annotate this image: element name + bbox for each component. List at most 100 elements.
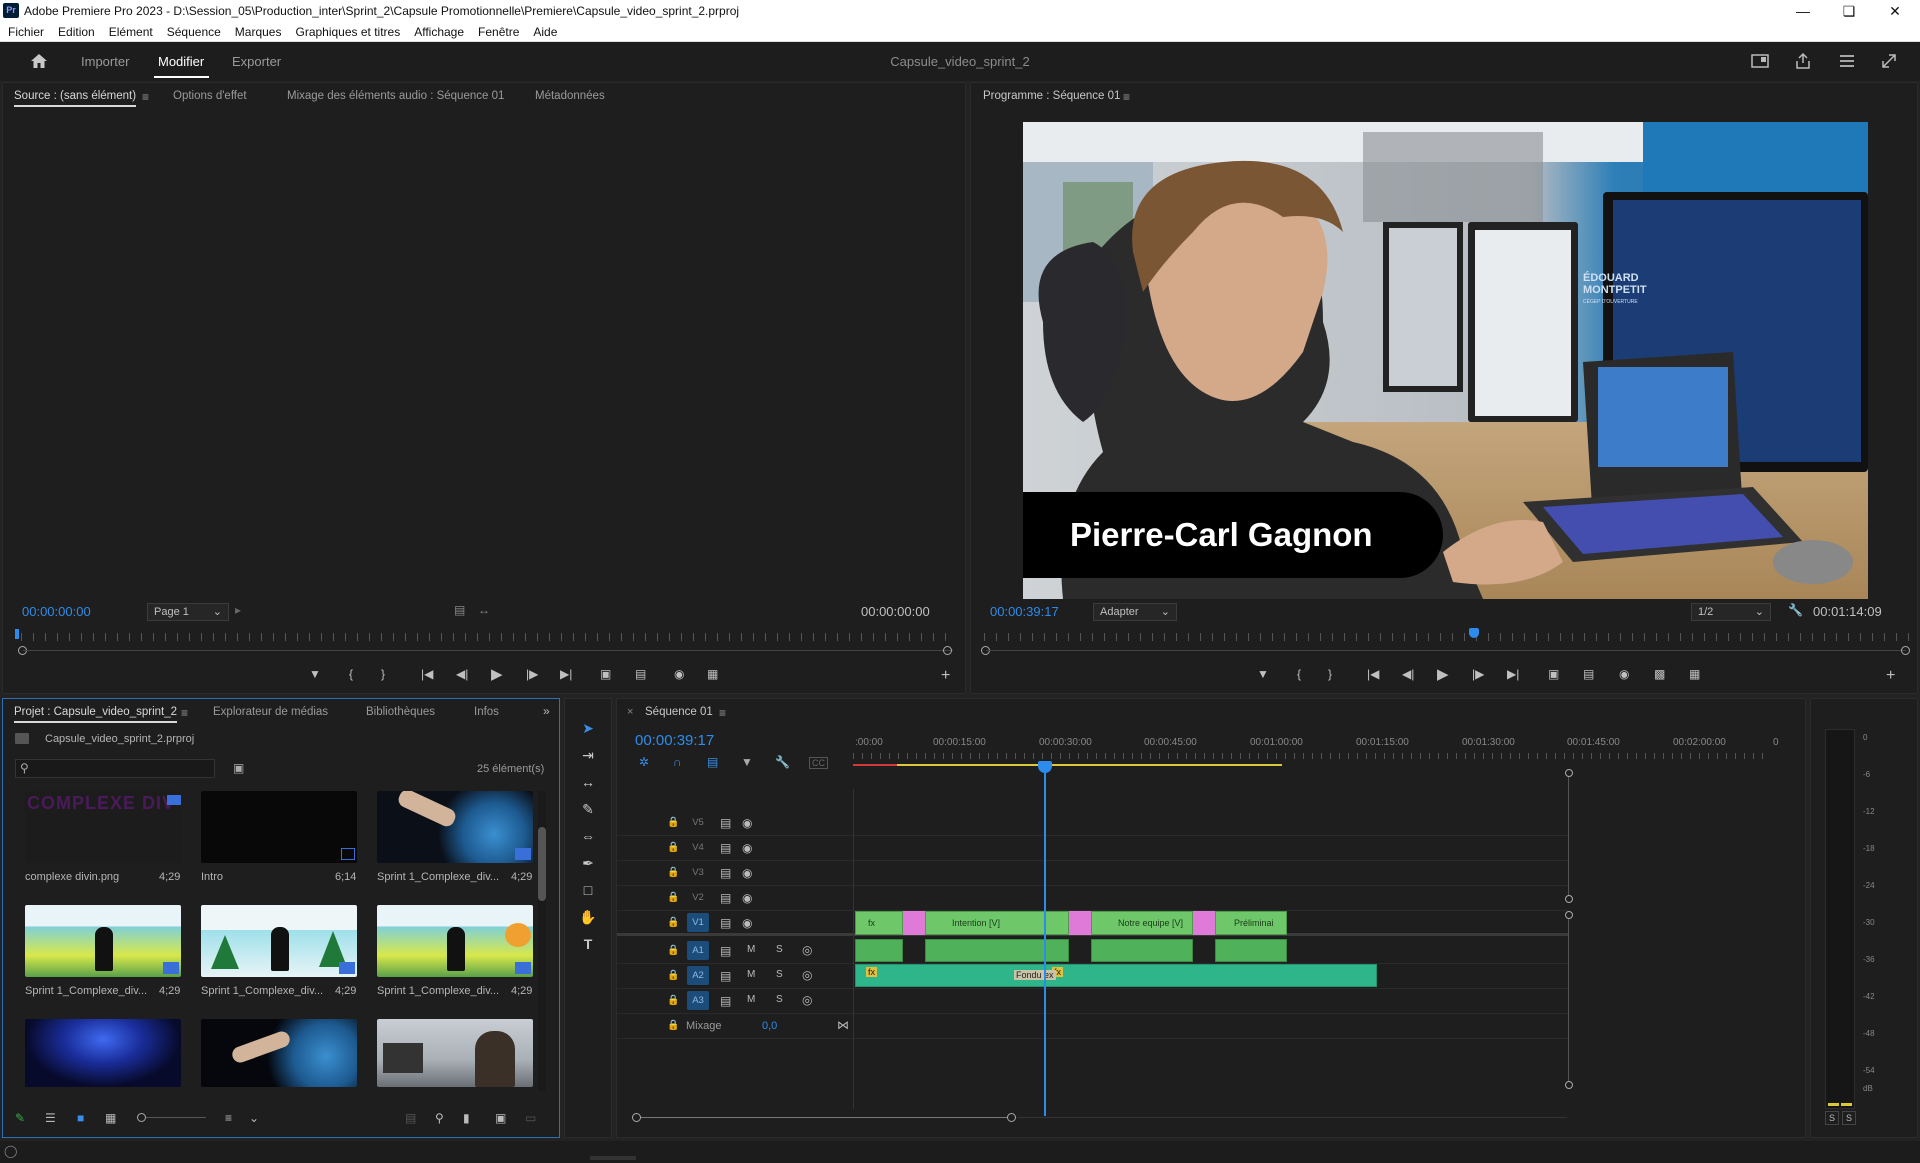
resolution-select[interactable]: 1/2 ⌄ [1691, 603, 1771, 621]
transition[interactable] [1193, 911, 1215, 935]
sync-lock-icon[interactable]: ▤ [720, 891, 731, 905]
zoom-bar[interactable] [23, 650, 953, 651]
add-button-icon[interactable]: + [1886, 667, 1895, 685]
hscroll-right[interactable] [1007, 1113, 1016, 1122]
eye-icon[interactable]: ◉ [742, 866, 752, 880]
captions-icon[interactable]: CC [809, 757, 828, 769]
clip-intention[interactable]: Intention [V] [925, 911, 1069, 935]
track-select-tool-icon[interactable]: ⇥ [576, 744, 600, 766]
slip-tool-icon[interactable]: ⇔ [576, 825, 600, 847]
thumb-sprint1-scene1[interactable] [25, 905, 181, 977]
thumb-intro[interactable] [201, 791, 357, 863]
close-icon[interactable]: ✕ [1872, 0, 1918, 22]
panel-menu-icon[interactable]: ≡ [181, 706, 188, 720]
selection-tool-icon[interactable]: ➤ [576, 717, 600, 739]
nav-modifier[interactable]: Modifier [158, 54, 204, 69]
track-label-v2[interactable]: V2 [687, 888, 709, 907]
drag-icon[interactable]: ↔ [478, 603, 490, 617]
menu-sequence[interactable]: Séquence [160, 22, 228, 42]
step-back-icon[interactable]: ◀| [1402, 667, 1414, 681]
zoom-bar[interactable] [986, 650, 1906, 651]
workspaces-icon[interactable] [1838, 53, 1856, 69]
menu-marques[interactable]: Marques [228, 22, 289, 42]
vscroll-mid2[interactable] [1565, 911, 1573, 919]
marker-icon[interactable]: ▼ [1257, 667, 1269, 681]
snap-icon[interactable]: ∩ [673, 755, 682, 769]
solo-button[interactable]: S [776, 944, 783, 955]
panel-menu-icon[interactable]: ≡ [1123, 90, 1130, 104]
solo-right-button[interactable]: S [1842, 1111, 1856, 1125]
thumb-sprint1-scene3[interactable] [377, 905, 533, 977]
lock-icon[interactable]: 🔒 [667, 1020, 679, 1031]
new-bin-icon[interactable]: ▣ [233, 761, 244, 775]
search-input[interactable]: ⚲ [15, 759, 215, 778]
menu-element[interactable]: Elément [102, 22, 160, 42]
item-name[interactable]: Sprint 1_Complexe_div... [25, 985, 147, 997]
item-name[interactable]: Intro [201, 871, 223, 883]
eye-icon[interactable]: ◉ [742, 916, 752, 930]
thumb-sprint1-earth[interactable] [377, 791, 533, 863]
search-field[interactable] [36, 761, 206, 776]
sync-lock-icon[interactable]: ▤ [720, 944, 731, 958]
menu-fenetre[interactable]: Fenêtre [471, 22, 526, 42]
camera-icon[interactable]: ◉ [1619, 667, 1629, 681]
lock-icon[interactable]: 🔒 [667, 995, 679, 1006]
mark-in-icon[interactable]: { [349, 667, 353, 681]
lock-icon[interactable]: 🔒 [667, 892, 679, 903]
chevron-down-icon[interactable]: ⌄ [249, 1111, 259, 1125]
razor-tool-icon[interactable]: ✎ [576, 798, 600, 820]
list-view-icon[interactable]: ☰ [45, 1111, 56, 1125]
vscroll-bar-audio[interactable] [1568, 919, 1569, 1081]
play-icon[interactable]: ▶ [491, 665, 503, 683]
button-editor-icon[interactable]: ▦ [1689, 667, 1700, 681]
mute-button[interactable]: M [747, 969, 755, 980]
freeform-view-icon[interactable]: ▦ [105, 1111, 116, 1125]
add-button-icon[interactable]: + [941, 667, 950, 685]
nest-icon[interactable]: ✲ [639, 755, 649, 769]
go-to-out-icon[interactable]: ▶| [560, 667, 572, 681]
item-name[interactable]: Sprint 1_Complexe_div... [377, 985, 499, 997]
rectangle-tool-icon[interactable]: □ [576, 879, 600, 901]
item-name[interactable]: Sprint 1_Complexe_div... [201, 985, 323, 997]
timeline-settings-icon[interactable]: 🔧 [775, 755, 790, 769]
tab-audio-mixer[interactable]: Mixage des éléments audio : Séquence 01 [287, 90, 504, 102]
track-label-v4[interactable]: V4 [687, 838, 709, 857]
step-forward-icon[interactable]: |▶ [1472, 667, 1484, 681]
tab-metadata[interactable]: Métadonnées [535, 90, 605, 102]
clip-v1-a[interactable]: fx [855, 911, 903, 935]
source-ruler[interactable] [21, 633, 956, 641]
wrench-icon[interactable]: 🔧 [1788, 603, 1803, 617]
menu-fichier[interactable]: Fichier [0, 22, 51, 42]
program-timecode[interactable]: 00:00:39:17 [990, 604, 1059, 619]
track-label-v5[interactable]: V5 [687, 813, 709, 832]
go-to-end-icon[interactable]: ⋈ [837, 1018, 849, 1032]
zoom-slider[interactable] [146, 1117, 206, 1118]
scrollbar-track[interactable] [538, 791, 546, 1091]
timeline-ruler[interactable]: :00:00 00:00:15:00 00:00:30:00 00:00:45:… [853, 729, 1807, 777]
settings-icon[interactable]: ▤ [454, 603, 465, 617]
fit-select[interactable]: Adapter ⌄ [1093, 603, 1177, 621]
thumb-sprint1-scene2[interactable] [201, 905, 357, 977]
folder-icon[interactable]: ▮ [463, 1111, 470, 1125]
play-icon[interactable]: ▶ [1437, 665, 1449, 683]
track-label-v3[interactable]: V3 [687, 863, 709, 882]
hscroll-bar[interactable] [641, 1117, 1007, 1118]
track-label-a1[interactable]: A1 [687, 941, 709, 960]
microphone-icon[interactable]: ◎ [802, 968, 812, 982]
tab-sequence[interactable]: Séquence 01 [645, 706, 713, 718]
microphone-icon[interactable]: ◎ [802, 943, 812, 957]
tab-libraries[interactable]: Bibliothèques [366, 706, 435, 718]
vscroll-mid[interactable] [1565, 895, 1573, 903]
minimize-icon[interactable]: — [1780, 0, 1826, 22]
scrollbar-thumb[interactable] [538, 827, 546, 901]
mute-button[interactable]: M [747, 994, 755, 1005]
eye-icon[interactable]: ◉ [742, 841, 752, 855]
tab-effect-options[interactable]: Options d'effet [173, 90, 247, 102]
vscroll-bar[interactable] [1568, 777, 1569, 895]
program-ruler[interactable] [984, 633, 1909, 641]
source-timecode[interactable]: 00:00:00:00 [22, 604, 91, 619]
type-tool-icon[interactable]: T [576, 933, 600, 955]
lock-icon[interactable]: 🔒 [667, 867, 679, 878]
menu-affichage[interactable]: Affichage [407, 22, 471, 42]
program-video-frame[interactable]: ÉDOUARD MONTPETIT CÉGEP D'OUVERTURE Pier… [1023, 122, 1868, 599]
